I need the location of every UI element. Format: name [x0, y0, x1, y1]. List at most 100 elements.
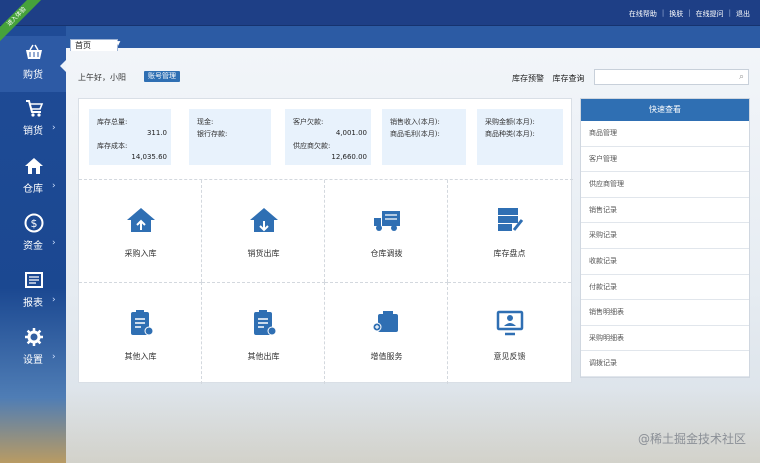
- search-input[interactable]: ⌕: [594, 69, 749, 85]
- quick-view-title: 快速查看: [581, 99, 749, 121]
- chevron-right-icon: ›: [52, 123, 56, 133]
- nav-item-warehouse[interactable]: 仓库 ›: [0, 150, 66, 206]
- home-icon: [25, 158, 43, 174]
- tile-label: 库存盘点: [493, 249, 526, 258]
- tile-label: 采购入库: [124, 249, 157, 258]
- stat-value: 14,035.60: [131, 153, 167, 161]
- nav-label: 仓库: [23, 184, 43, 195]
- stat-label: 商品种类(本月):: [485, 130, 535, 138]
- chevron-right-icon: ›: [52, 295, 56, 305]
- feedback-icon: [496, 310, 524, 336]
- quick-view-panel: 快速查看 商品管理 客户管理 供应商管理 销售记录 采购记录 收款记录 付款记录…: [580, 98, 750, 378]
- nav-label: 资金: [23, 241, 43, 252]
- quick-item-sales-records[interactable]: 销售记录: [581, 198, 749, 224]
- logout-link[interactable]: 退出: [736, 9, 750, 19]
- stat-label: 商品毛利(本月):: [390, 130, 440, 138]
- search-icon[interactable]: ⌕: [739, 72, 744, 82]
- service-icon: [372, 311, 398, 332]
- chevron-down-icon[interactable]: ▼: [112, 40, 124, 50]
- tab-bar: 首页 ▼: [66, 26, 760, 51]
- quick-item-purchase-detail[interactable]: 采购明细表: [581, 326, 749, 352]
- quick-item-purchase-records[interactable]: 采购记录: [581, 223, 749, 249]
- stock-links: 库存预警 库存查询: [512, 73, 591, 84]
- nav-item-sales[interactable]: 销货 ›: [0, 92, 66, 148]
- stat-value: 311.0: [146, 129, 167, 137]
- quick-item-suppliers[interactable]: 供应商管理: [581, 172, 749, 198]
- tile-value-added[interactable]: 增值服务: [325, 282, 448, 384]
- tile-sales-out[interactable]: 销货出库: [202, 180, 325, 282]
- chevron-right-icon: ›: [52, 181, 56, 191]
- account-manage-button[interactable]: 账号管理: [144, 71, 180, 82]
- nav-label: 购货: [23, 70, 43, 81]
- dashboard-panel: 库存总量: 311.0 库存成本: 14,035.60 现金: 银行存款: 客户…: [78, 98, 573, 384]
- stat-label: 库存总量:: [97, 118, 128, 126]
- quick-item-payments[interactable]: 付款记录: [581, 275, 749, 301]
- tile-label: 意见反馈: [493, 352, 526, 361]
- chevron-right-icon: ›: [52, 238, 56, 248]
- purchase-in-icon: [127, 208, 155, 232]
- tile-other-out[interactable]: 其他出库: [202, 282, 325, 384]
- quick-item-customers[interactable]: 客户管理: [581, 147, 749, 173]
- quick-item-transfer-records[interactable]: 调拨记录: [581, 351, 749, 377]
- nav-item-reports[interactable]: 报表 ›: [0, 264, 66, 320]
- stat-label: 现金:: [197, 118, 214, 126]
- stat-card-sales: 销售收入(本月): 商品毛利(本月):: [382, 109, 466, 165]
- tile-label: 仓库调拨: [370, 249, 403, 258]
- quick-item-sales-detail[interactable]: 销售明细表: [581, 300, 749, 326]
- nav-item-funds[interactable]: $ 资金 ›: [0, 207, 66, 263]
- inventory-check-icon: [498, 208, 524, 231]
- tile-label: 其他出库: [247, 352, 280, 361]
- left-nav: 购货 销货 › 仓库 › $ 资金 › 报表 › 设置 ›: [0, 26, 66, 463]
- nav-label: 销货: [23, 126, 43, 137]
- stat-label: 销售收入(本月):: [390, 118, 440, 126]
- stat-label: 采购金额(本月):: [485, 118, 535, 126]
- corner-badge[interactable]: 进入体验: [0, 0, 44, 44]
- skin-link[interactable]: 换肤: [669, 9, 683, 19]
- truck-icon: [374, 211, 400, 231]
- sales-out-icon: [250, 208, 278, 232]
- greeting: 上午好，小阳: [78, 73, 126, 82]
- stat-label: 供应商欠款:: [293, 142, 331, 150]
- tile-other-in[interactable]: 其他入库: [79, 282, 202, 384]
- chevron-right-icon: ›: [52, 352, 56, 362]
- stat-label: 库存成本:: [97, 142, 128, 150]
- tile-label: 其他入库: [124, 352, 157, 361]
- tile-stocktake[interactable]: 库存盘点: [448, 180, 571, 282]
- tile-label: 增值服务: [370, 352, 403, 361]
- nav-item-purchase[interactable]: 购货: [0, 36, 66, 92]
- top-bar: 在线帮助 | 换肤 | 在线提问 | 退出: [0, 0, 760, 26]
- tile-transfer[interactable]: 仓库调拨: [325, 180, 448, 282]
- dollar-icon: $: [24, 213, 44, 233]
- quick-item-products[interactable]: 商品管理: [581, 121, 749, 147]
- top-links: 在线帮助 | 换肤 | 在线提问 | 退出: [628, 9, 750, 19]
- stat-value: 12,660.00: [331, 153, 367, 161]
- stat-card-purchases: 采购金额(本月): 商品种类(本月):: [477, 109, 563, 165]
- stat-label: 客户欠款:: [293, 118, 324, 126]
- nav-label: 设置: [23, 355, 43, 366]
- gear-icon: [25, 328, 43, 346]
- nav-item-settings[interactable]: 设置 ›: [0, 321, 66, 377]
- cart-icon: [26, 100, 44, 117]
- stat-label: 银行存款:: [197, 130, 228, 138]
- tile-purchase-in[interactable]: 采购入库: [79, 180, 202, 282]
- report-icon: [25, 272, 43, 288]
- basket-icon: [26, 44, 42, 59]
- stat-card-debts: 客户欠款: 4,001.00 供应商欠款: 12,660.00: [285, 109, 371, 165]
- stat-value: 4,001.00: [335, 129, 367, 137]
- background-field-image: [66, 388, 760, 463]
- other-in-icon: [131, 310, 154, 336]
- stock-warning-link[interactable]: 库存预警: [512, 74, 544, 83]
- ask-link[interactable]: 在线提问: [696, 9, 724, 19]
- tab-home[interactable]: 首页: [70, 39, 118, 51]
- stat-card-inventory: 库存总量: 311.0 库存成本: 14,035.60: [89, 109, 171, 165]
- help-link[interactable]: 在线帮助: [629, 9, 657, 19]
- tile-feedback[interactable]: 意见反馈: [448, 282, 571, 384]
- other-out-icon: [254, 310, 277, 336]
- tile-label: 销货出库: [247, 249, 280, 258]
- svg-text:$: $: [31, 217, 38, 230]
- nav-label: 报表: [23, 298, 43, 309]
- stock-query-link[interactable]: 库存查询: [553, 74, 585, 83]
- quick-item-receipts[interactable]: 收款记录: [581, 249, 749, 275]
- shortcut-tiles: 采购入库 销货出库 仓库调拨 库存盘点 其他入库 其他出库 增值服务 意见反馈: [79, 179, 573, 384]
- watermark: @稀土掘金技术社区: [637, 432, 746, 446]
